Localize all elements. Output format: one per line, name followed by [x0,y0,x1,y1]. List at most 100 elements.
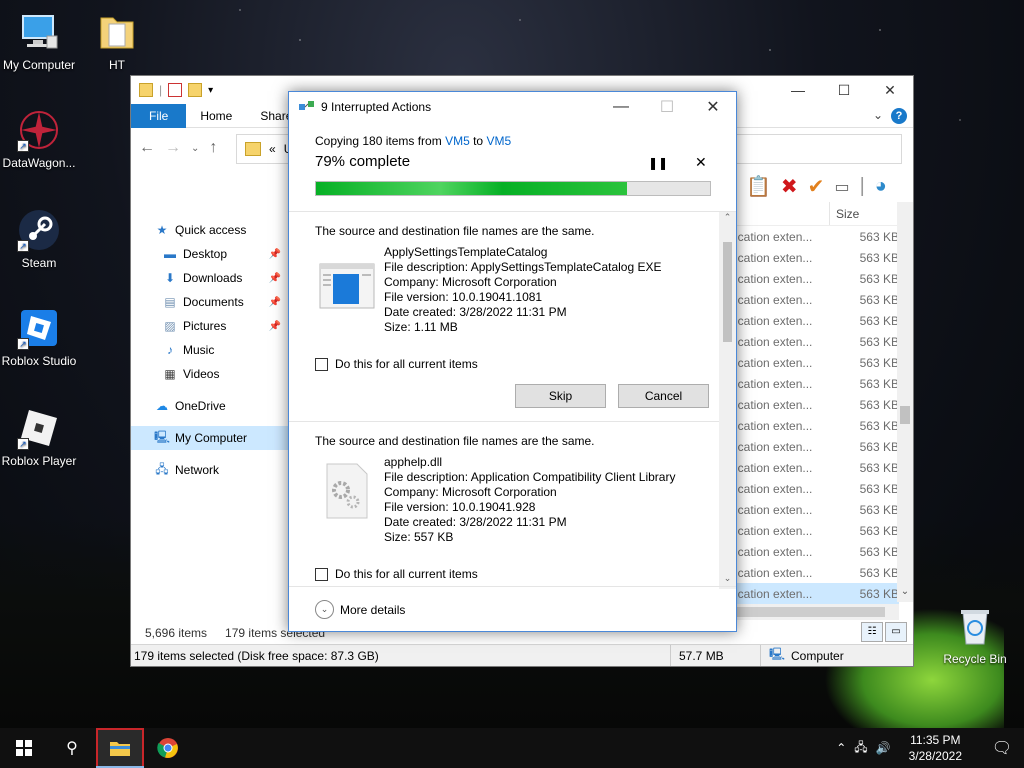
sidebar-item-desktop[interactable]: ▬ Desktop 📌 [131,242,289,266]
sidebar-item-downloads[interactable]: ⬇ Downloads 📌 [131,266,289,290]
recent-locations-icon[interactable]: ⌄ [191,143,199,154]
details-view-icon[interactable]: ☷ [861,622,883,642]
file-type: ication exten... [735,523,813,538]
back-arrow-icon[interactable]: ← [139,139,155,157]
cancel-copy-icon[interactable]: ✕ [695,154,707,171]
customize-toolbar-icon[interactable]: ▾ [208,85,213,96]
new-folder-icon[interactable] [188,83,203,97]
address-overflow[interactable]: « [269,142,276,156]
table-row[interactable]: ication exten... 563 KB [735,520,899,541]
table-row[interactable]: ication exten... 563 KB [735,331,899,352]
sidebar-item-quick-access[interactable]: ★ Quick access [131,218,289,242]
horizontal-scrollbar[interactable] [735,604,899,620]
scroll-up-icon[interactable]: ⌃ [719,212,736,228]
search-button[interactable]: ⚲ [48,728,96,768]
sidebar-item-network[interactable]: 🖧 Network [131,458,289,482]
chevron-down-icon[interactable]: ⌄ [873,108,883,122]
checkbox[interactable] [315,357,328,371]
pause-icon[interactable]: ❚❚ [648,156,668,170]
table-row[interactable]: ication exten... 563 KB [735,478,899,499]
column-header-size[interactable]: Size [829,202,859,225]
taskbar-chrome[interactable] [144,728,192,768]
more-details-toggle[interactable]: ⌄ More details [315,600,405,619]
scrollbar-thumb[interactable] [900,406,910,424]
sidebar-item-music[interactable]: ♪ Music [131,338,289,362]
destination-link[interactable]: VM5 [486,134,511,148]
sidebar-item-documents[interactable]: ▤ Documents 📌 [131,290,289,314]
tab-file[interactable]: File [131,103,187,128]
start-button[interactable] [0,728,48,768]
globe-icon[interactable]: ◕ [875,175,887,198]
source-link[interactable]: VM5 [445,134,470,148]
tab-home[interactable]: Home [186,104,246,128]
properties-icon[interactable] [168,83,183,97]
table-row[interactable]: ication exten... 563 KB [735,310,899,331]
table-row[interactable]: ication exten... 563 KB [735,373,899,394]
scrollbar-thumb[interactable] [737,607,885,617]
maximize-icon[interactable]: ☐ [821,76,867,104]
forward-arrow-icon[interactable]: → [165,139,181,157]
minimize-icon[interactable]: — [775,76,821,104]
file-list-scrollbar[interactable]: ⌄ [897,202,913,602]
clipboard-icon[interactable]: 📋 [746,174,771,199]
chevron-down-icon[interactable]: ⌄ [315,600,334,619]
sidebar-item-videos[interactable]: ▦ Videos [131,362,289,386]
file-list-rows: ication exten... 563 KB ication exten... 56… [735,226,899,604]
sidebar-item-onedrive[interactable]: ☁ OneDrive [131,394,289,418]
folder-icon[interactable] [139,83,153,97]
table-row[interactable]: ication exten... 563 KB [735,541,899,562]
apply-to-all-checkbox[interactable]: Do this for all current items [315,567,478,581]
table-row[interactable]: ication exten... 563 KB [735,457,899,478]
sidebar-item-my-computer[interactable]: 🖳 My Computer [131,426,289,450]
scrollbar-thumb[interactable] [723,242,732,342]
rename-icon[interactable]: ▭ [834,177,849,197]
volume-icon[interactable]: 🔊 [876,741,891,755]
large-icons-view-icon[interactable]: ▭ [885,622,907,642]
desktop-icon-roblox-studio[interactable]: ↗ Roblox Studio [0,306,78,368]
network-icon[interactable]: 🖧 [854,738,867,759]
taskbar-file-explorer[interactable] [96,728,144,768]
cancel-button[interactable]: Cancel [618,384,709,408]
table-row[interactable]: ication exten... 563 KB [735,394,899,415]
desktop-icon-roblox-player[interactable]: ↗ Roblox Player [0,406,78,468]
interrupted-actions-dialog[interactable]: 9 Interrupted Actions — ☐ ✕ Copying 180 … [288,91,737,632]
conflict-file-details[interactable]: ApplySettingsTemplateCatalog File descri… [384,245,661,335]
minimize-icon[interactable]: — [598,92,644,122]
notification-icon[interactable]: 🗨 [980,738,1024,758]
table-row[interactable]: ication exten... 563 KB [735,268,899,289]
checkmark-icon[interactable]: ✔ [808,174,825,199]
close-icon[interactable]: ✕ [690,92,736,122]
table-row[interactable]: ication exten... 563 KB [735,436,899,457]
pin-icon[interactable]: 📌 [269,273,281,284]
table-row[interactable]: ication exten... 563 KB [735,352,899,373]
clock[interactable]: 11:35 PM 3/28/2022 [899,732,972,764]
table-row[interactable]: ication exten... 563 KB [735,247,899,268]
delete-icon[interactable]: ✖ [781,174,798,199]
desktop-icon-ht[interactable]: HT [78,10,156,72]
table-row[interactable]: ication exten... 563 KB [735,562,899,583]
pin-icon[interactable]: 📌 [269,321,281,332]
checkbox[interactable] [315,567,328,581]
desktop-icon-my-computer[interactable]: My Computer [0,10,78,72]
pin-icon[interactable]: 📌 [269,297,281,308]
pin-icon[interactable]: 📌 [269,249,281,260]
up-arrow-icon[interactable]: ↑ [209,139,217,157]
desktop-icon-datawagon[interactable]: ↗ DataWagon... [0,108,78,170]
conflict-file-details[interactable]: apphelp.dll File description: Applicatio… [384,455,675,545]
desktop-icon-steam[interactable]: ↗ Steam [0,208,78,270]
sidebar-item-pictures[interactable]: ▨ Pictures 📌 [131,314,289,338]
desktop-icon-recycle-bin[interactable]: Recycle Bin [936,604,1014,666]
table-row[interactable]: ication exten... 563 KB [735,499,899,520]
pictures-icon: ▨ [164,319,176,333]
table-row[interactable]: ication exten... 563 KB [735,583,899,604]
close-icon[interactable]: ✕ [867,76,913,104]
table-row[interactable]: ication exten... 563 KB [735,226,899,247]
dialog-scrollbar[interactable]: ⌃ ⌄ [719,212,736,589]
chevron-up-icon[interactable]: ⌃ [836,741,846,755]
scroll-down-icon[interactable]: ⌄ [897,586,913,602]
skip-button[interactable]: Skip [515,384,606,408]
table-row[interactable]: ication exten... 563 KB [735,289,899,310]
apply-to-all-checkbox[interactable]: Do this for all current items [315,357,478,371]
help-icon[interactable]: ? [891,108,907,124]
table-row[interactable]: ication exten... 563 KB [735,415,899,436]
